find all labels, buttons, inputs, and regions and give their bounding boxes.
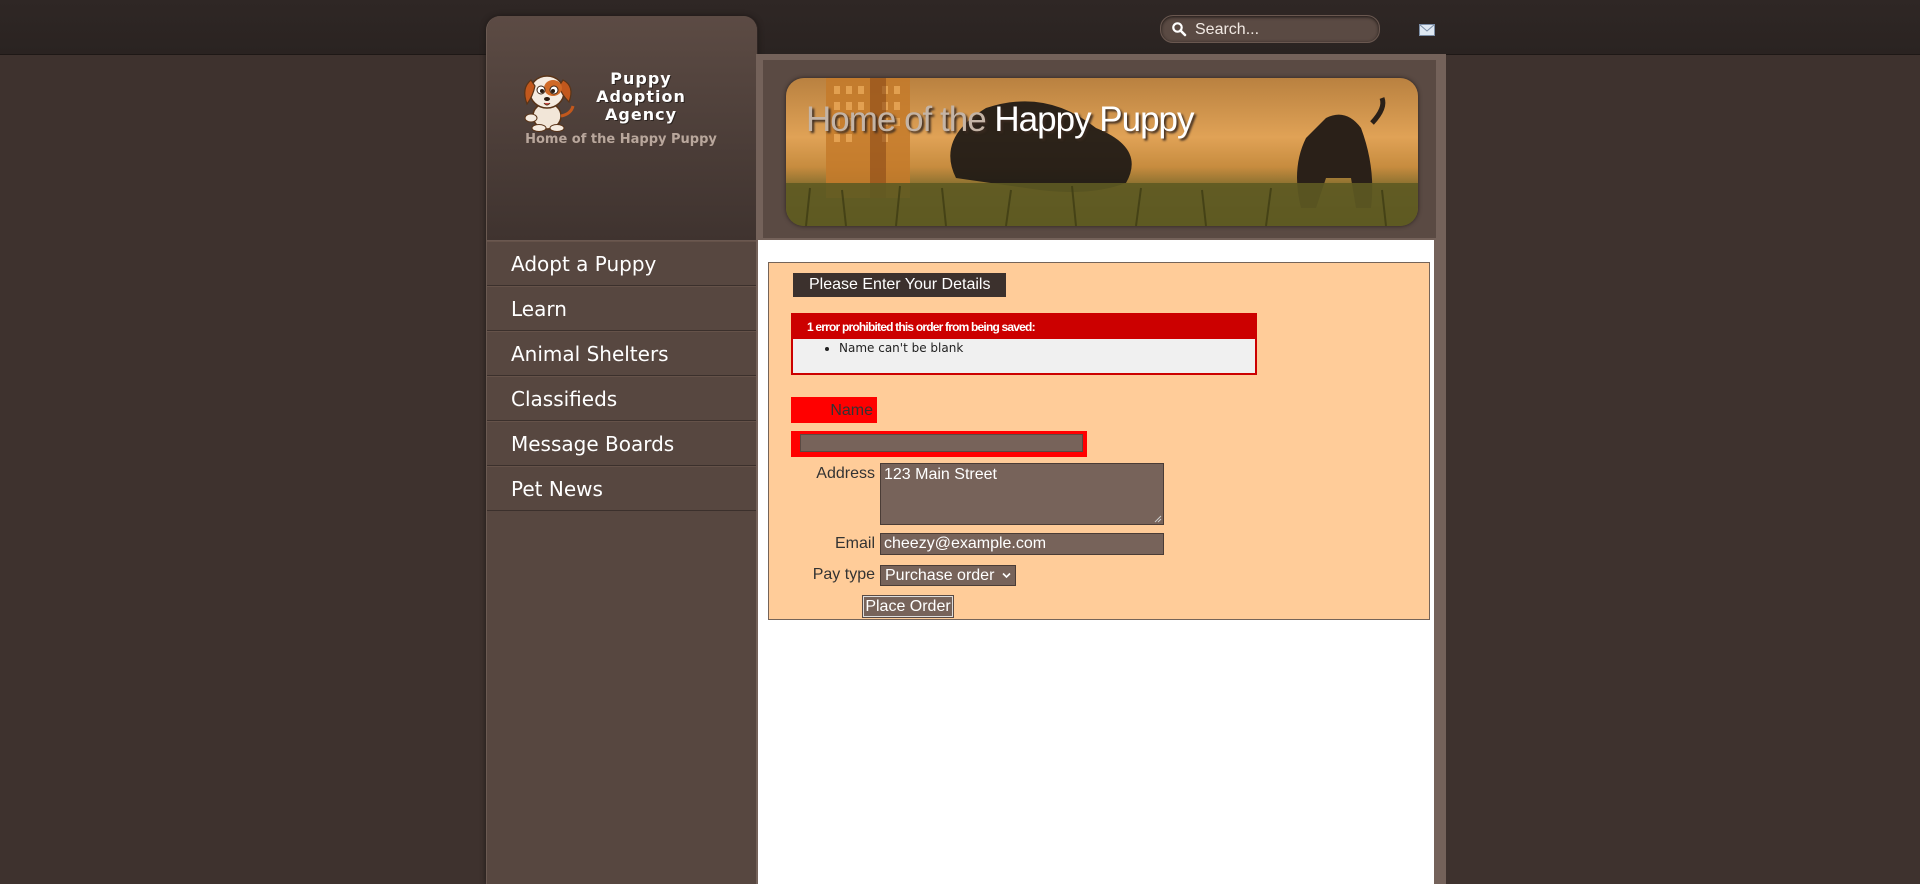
nav-item-pet-news[interactable]: Pet News [487, 466, 757, 511]
search-input[interactable]: Search... [1195, 21, 1259, 39]
place-order-button[interactable]: Place Order [862, 595, 954, 618]
brand-logo-text: Puppy Adoption Agency [591, 70, 691, 124]
search-icon [1172, 22, 1187, 37]
pay-type-label: Pay type [812, 566, 875, 583]
brand-line: Agency [605, 105, 677, 124]
tagline: Home of the Happy Puppy [525, 132, 717, 147]
search-box[interactable]: Search... [1160, 15, 1380, 43]
nav-item-animal-shelters[interactable]: Animal Shelters [487, 331, 757, 376]
puppy-logo-icon[interactable] [519, 66, 577, 132]
mail-icon[interactable] [1419, 24, 1435, 36]
name-field-error-wrapper [791, 431, 1087, 457]
sidebar-header: Puppy Adoption Agency Home of the Happy … [487, 16, 757, 240]
address-label: Address [816, 465, 875, 482]
nav-item-adopt-a-puppy[interactable]: Adopt a Puppy [487, 241, 757, 286]
sidebar: Puppy Adoption Agency Home of the Happy … [486, 16, 758, 884]
pay-type-value: Purchase order [885, 567, 995, 584]
name-label: Name [830, 402, 873, 419]
banner-title-part2: Happy Puppy [994, 100, 1194, 139]
banner-title: Home of the Happy Puppy [806, 100, 1195, 140]
error-item: Name can't be blank [839, 339, 1255, 357]
nav-item-message-boards[interactable]: Message Boards [487, 421, 757, 466]
error-list: Name can't be blank [793, 339, 1255, 357]
brand-line: Adoption [596, 87, 686, 106]
banner-title-part1: Home of the [806, 100, 987, 139]
pay-type-select[interactable]: Purchase order [880, 565, 1016, 586]
email-input[interactable]: cheezy@example.com [880, 533, 1164, 555]
top-bar: Search... [0, 0, 1920, 55]
email-label: Email [834, 535, 875, 552]
name-label-error-wrapper: Name [791, 397, 877, 423]
nav-item-learn[interactable]: Learn [487, 286, 757, 331]
order-form: Please Enter Your Details 1 error prohib… [768, 262, 1430, 620]
address-value: 123 Main Street [884, 466, 997, 483]
brand-line: Puppy [610, 69, 672, 88]
content-area: Please Enter Your Details 1 error prohib… [758, 240, 1434, 884]
sidebar-nav: Adopt a Puppy Learn Animal Shelters Clas… [487, 240, 757, 511]
chevron-down-icon [1002, 572, 1011, 579]
form-legend: Please Enter Your Details [793, 273, 1007, 297]
name-input[interactable] [800, 434, 1083, 452]
nav-item-classifieds[interactable]: Classifieds [487, 376, 757, 421]
address-textarea[interactable]: 123 Main Street [880, 463, 1164, 525]
resize-grip-icon[interactable] [1154, 515, 1162, 523]
error-heading: 1 error prohibited this order from being… [793, 315, 1255, 339]
error-explanation: 1 error prohibited this order from being… [791, 313, 1257, 375]
banner-image: Home of the Happy Puppy [786, 78, 1418, 226]
